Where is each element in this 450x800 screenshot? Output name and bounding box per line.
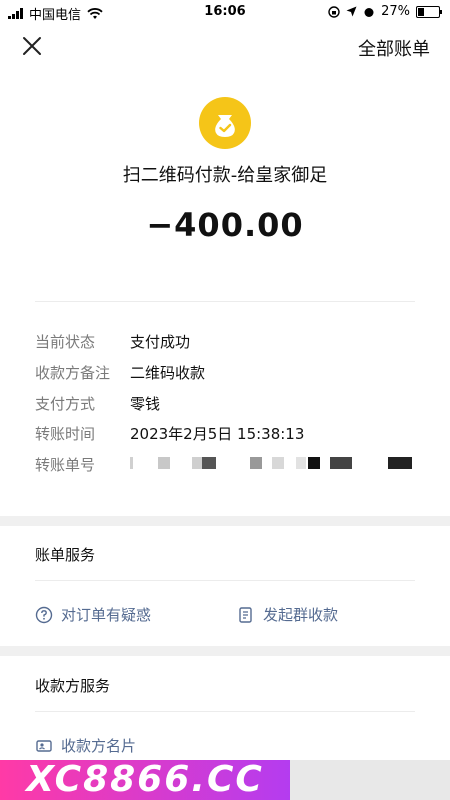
payment-amount: −400.00 — [146, 206, 304, 244]
detail-value-remark: 二维码收款 — [130, 364, 206, 382]
payee-card-label: 收款方名片 — [61, 737, 137, 755]
contact-card-icon — [36, 739, 52, 752]
battery-icon — [416, 5, 442, 18]
payee-card-link[interactable]: 收款方名片 — [35, 735, 136, 756]
section-separator — [0, 516, 450, 526]
order-number-redacted — [130, 457, 415, 469]
battery-percent: 27% — [381, 4, 410, 19]
divider — [35, 580, 415, 581]
bill-service-title: 账单服务 — [35, 546, 96, 564]
detail-value-method: 零钱 — [130, 395, 161, 413]
group-collect-link[interactable]: 发起群收款 — [237, 604, 338, 625]
divider — [35, 301, 415, 302]
alarm-icon — [364, 7, 374, 17]
detail-label-method: 支付方式 — [35, 395, 96, 413]
all-bills-button[interactable]: 全部账单 — [358, 35, 430, 61]
close-icon[interactable] — [20, 34, 44, 58]
payment-bag-icon — [199, 97, 251, 149]
detail-value-time: 2023年2月5日 15:38:13 — [130, 425, 305, 443]
query-order-link[interactable]: 对订单有疑惑 — [35, 604, 151, 625]
divider — [35, 711, 415, 712]
detail-label-status: 当前状态 — [35, 333, 96, 351]
group-collect-label: 发起群收款 — [263, 606, 339, 624]
watermark-filler — [290, 760, 450, 800]
location-icon — [346, 6, 357, 17]
document-icon — [239, 606, 252, 623]
detail-label-time: 转账时间 — [35, 425, 96, 443]
lock-rotation-icon — [328, 5, 340, 18]
payment-title: 扫二维码付款-给皇家御足 — [122, 165, 328, 186]
detail-value-status: 支付成功 — [130, 333, 191, 351]
question-icon — [35, 606, 53, 623]
section-separator — [0, 646, 450, 656]
watermark-banner: XC8866.CC — [0, 760, 290, 800]
query-order-label: 对订单有疑惑 — [61, 606, 152, 624]
detail-label-order-number: 转账单号 — [35, 456, 96, 474]
status-bar: 中国电信 16:06 27% — [0, 0, 450, 24]
detail-label-remark: 收款方备注 — [35, 364, 111, 382]
payee-service-title: 收款方服务 — [35, 677, 111, 695]
